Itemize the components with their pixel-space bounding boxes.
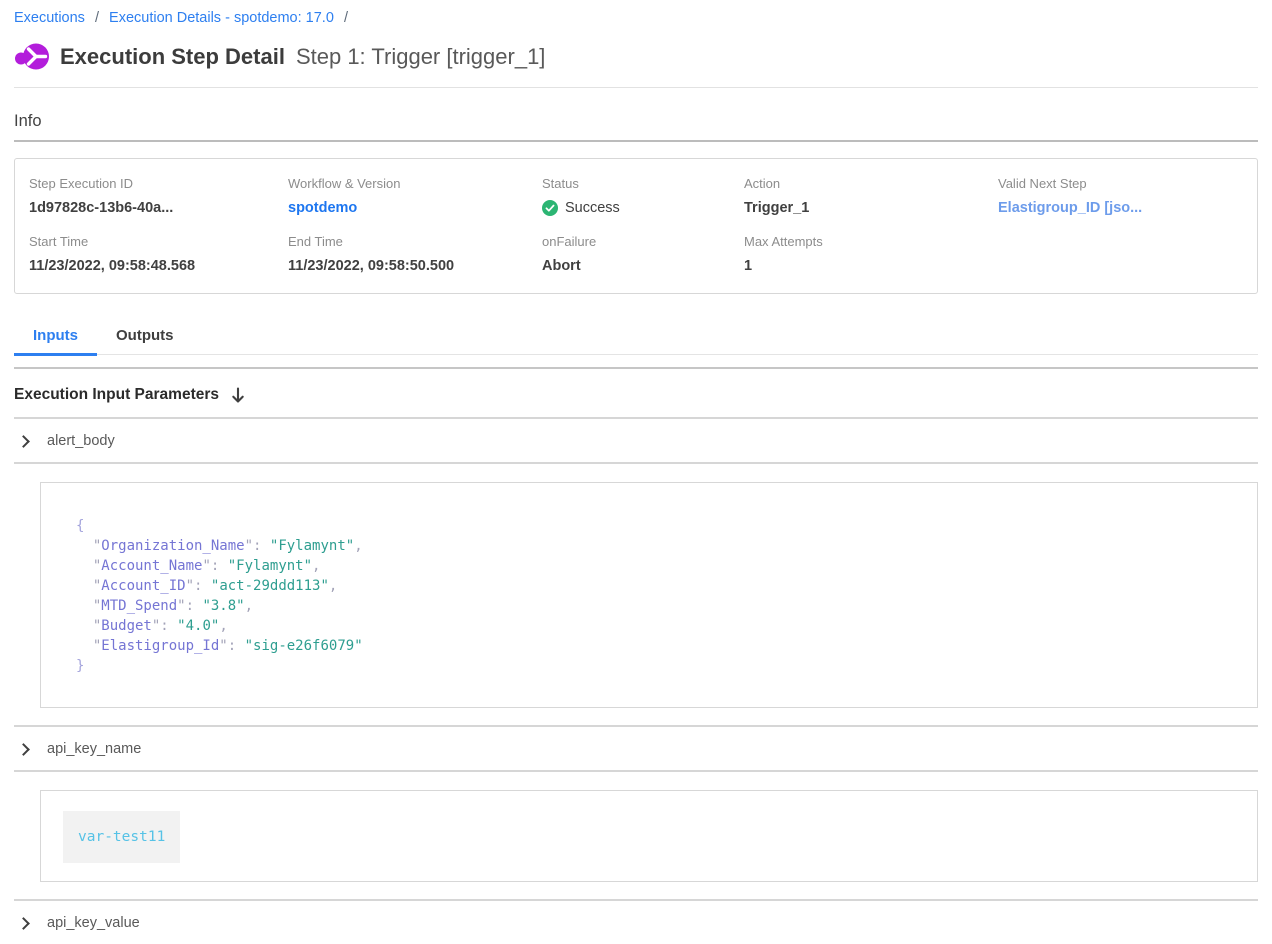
json-line: "Organization_Name": "Fylamynt", xyxy=(76,536,1237,556)
success-check-icon xyxy=(542,200,558,216)
field-on-failure: onFailure Abort xyxy=(542,234,744,274)
field-value: 11/23/2022, 09:58:48.568 xyxy=(29,258,288,274)
next-step-link[interactable]: Elastigroup_ID [jso... xyxy=(998,200,1243,216)
breadcrumb-link-executions[interactable]: Executions xyxy=(14,10,85,26)
info-card: Step Execution ID 1d97828c-13b6-40a... W… xyxy=(14,158,1258,294)
field-end-time: End Time 11/23/2022, 09:58:50.500 xyxy=(288,234,542,274)
field-label: Workflow & Version xyxy=(288,176,542,191)
json-line: "Elastigroup_Id": "sig-e26f6079" xyxy=(76,636,1237,656)
page-header: Execution Step Detail Step 1: Trigger [t… xyxy=(14,41,1258,72)
field-label: onFailure xyxy=(542,234,744,249)
field-value: 1 xyxy=(744,258,998,274)
field-step-execution-id: Step Execution ID 1d97828c-13b6-40a... xyxy=(29,176,288,216)
field-value: Abort xyxy=(542,258,744,274)
alert-body-json-panel: { "Organization_Name": "Fylamynt", "Acco… xyxy=(40,482,1258,708)
divider xyxy=(14,140,1258,142)
param-name: api_key_value xyxy=(47,915,140,931)
field-label: Step Execution ID xyxy=(29,176,288,191)
json-line: } xyxy=(76,656,1237,676)
page-title: Execution Step Detail xyxy=(60,44,285,70)
field-label: Start Time xyxy=(29,234,288,249)
tab-outputs[interactable]: Outputs xyxy=(97,316,193,354)
execution-input-parameters-header[interactable]: Execution Input Parameters xyxy=(14,369,1258,417)
section-title: Execution Input Parameters xyxy=(14,386,219,404)
workflow-link[interactable]: spotdemo xyxy=(288,200,542,216)
breadcrumb: Executions / Execution Details - spotdem… xyxy=(14,0,1258,26)
field-workflow-version: Workflow & Version spotdemo xyxy=(288,176,542,216)
param-row-api-key-value[interactable]: api_key_value xyxy=(14,901,1258,944)
api-key-name-value: var-test11 xyxy=(78,829,165,845)
field-label: Status xyxy=(542,176,744,191)
param-name: api_key_name xyxy=(47,741,141,757)
field-start-time: Start Time 11/23/2022, 09:58:48.568 xyxy=(29,234,288,274)
field-valid-next-step: Valid Next Step Elastigroup_ID [jso... xyxy=(998,176,1243,216)
field-label: Valid Next Step xyxy=(998,176,1243,191)
breadcrumb-separator: / xyxy=(95,10,99,26)
chevron-right-icon xyxy=(17,917,30,930)
page-subtitle: Step 1: Trigger [trigger_1] xyxy=(296,44,545,70)
value-token-box: var-test11 xyxy=(63,811,180,863)
field-value: Trigger_1 xyxy=(744,200,998,216)
param-row-alert-body[interactable]: alert_body xyxy=(14,419,1258,462)
field-label: Max Attempts xyxy=(744,234,998,249)
tab-inputs[interactable]: Inputs xyxy=(14,316,97,354)
api-key-name-value-panel: var-test11 xyxy=(40,790,1258,882)
field-value: 1d97828c-13b6-40a... xyxy=(29,200,288,216)
field-label: Action xyxy=(744,176,998,191)
tab-bar: Inputs Outputs xyxy=(14,316,1258,355)
json-line: "MTD_Spend": "3.8", xyxy=(76,596,1237,616)
param-row-api-key-name[interactable]: api_key_name xyxy=(14,727,1258,770)
json-line: "Account_ID": "act-29ddd113", xyxy=(76,576,1237,596)
divider xyxy=(14,87,1258,88)
divider xyxy=(14,462,1258,464)
breadcrumb-separator: / xyxy=(344,10,348,26)
param-name: alert_body xyxy=(47,433,115,449)
field-label: End Time xyxy=(288,234,542,249)
info-heading: Info xyxy=(14,112,1258,131)
divider xyxy=(14,770,1258,772)
arrow-down-icon[interactable] xyxy=(231,387,245,404)
field-empty xyxy=(998,234,1243,274)
field-value: 11/23/2022, 09:58:50.500 xyxy=(288,258,542,274)
status-text: Success xyxy=(565,200,620,216)
json-code-block: { "Organization_Name": "Fylamynt", "Acco… xyxy=(76,516,1237,676)
page: Executions / Execution Details - spotdem… xyxy=(0,0,1272,944)
breadcrumb-link-execution-details[interactable]: Execution Details - spotdemo: 17.0 xyxy=(109,10,334,26)
json-line: "Budget": "4.0", xyxy=(76,616,1237,636)
field-status: Status Success xyxy=(542,176,744,216)
field-max-attempts: Max Attempts 1 xyxy=(744,234,998,274)
field-action: Action Trigger_1 xyxy=(744,176,998,216)
json-line: { xyxy=(76,516,1237,536)
chevron-right-icon xyxy=(17,743,30,756)
json-line: "Account_Name": "Fylamynt", xyxy=(76,556,1237,576)
chevron-right-icon xyxy=(17,435,30,448)
fylamynt-logo-icon xyxy=(14,41,50,72)
